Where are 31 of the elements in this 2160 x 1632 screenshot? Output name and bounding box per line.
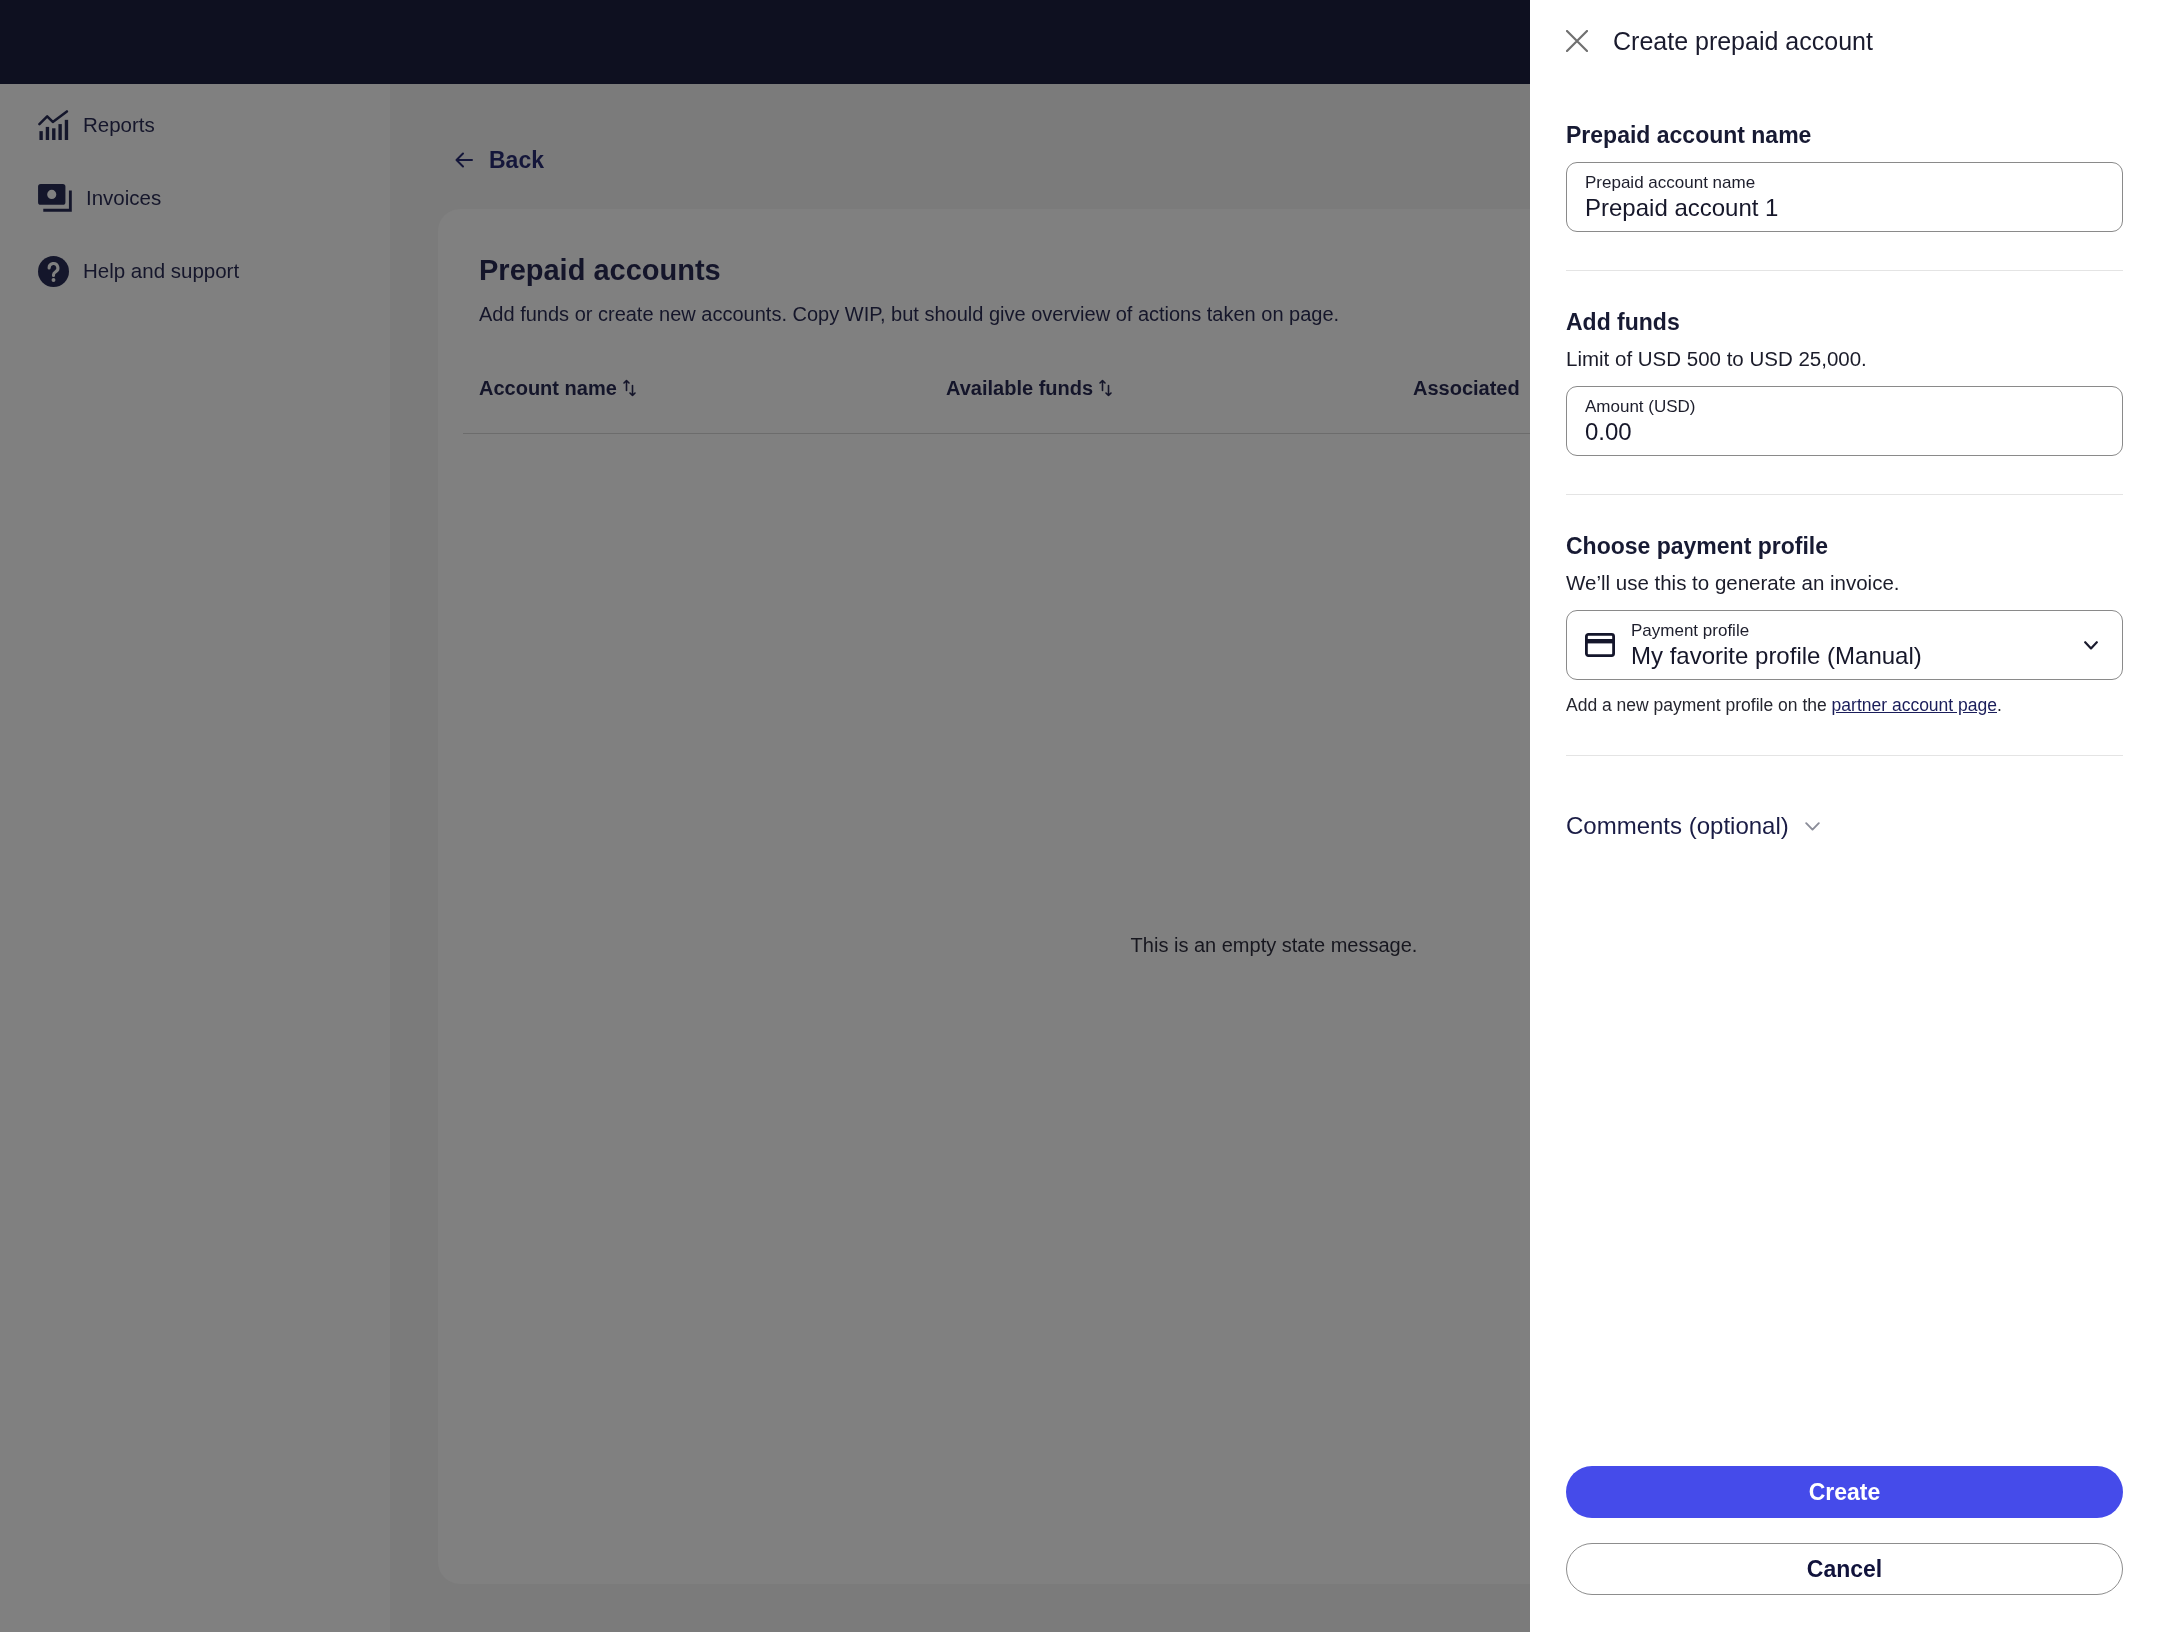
section-heading: Add funds (1566, 308, 1680, 336)
section-heading: Prepaid account name (1566, 121, 1812, 149)
select-field[interactable]: Payment profile My favorite profile (Manual) (1566, 610, 2123, 680)
text-field[interactable]: Amount (USD) 0.00 (1566, 386, 2123, 456)
sidebar-item[interactable]: Reports (38, 103, 155, 147)
create-button[interactable]: Create (1566, 1466, 2123, 1518)
card-description: Add funds or create new accounts. Copy WIP, but should give overview of actions taken on page. (479, 302, 1340, 327)
column-header: Associated (1412, 376, 1521, 401)
sidebar-item[interactable]: Help and support (38, 249, 240, 293)
column-header[interactable]: Account name (463, 374, 930, 402)
close-icon[interactable] (1566, 30, 1588, 52)
help-text: Add a new payment profile on the partner account page. (1566, 694, 2002, 717)
sidebar-item[interactable]: Invoices (38, 176, 162, 220)
card-title: Prepaid accounts (479, 253, 721, 288)
banknotes-icon (38, 184, 72, 212)
column-header[interactable]: Available funds (930, 374, 1397, 402)
arrow-left-icon (455, 152, 473, 168)
comments-toggle[interactable]: Comments (optional) (1566, 809, 1820, 843)
empty-state-message: This is an empty state message. (1129, 933, 1419, 958)
section-heading: Choose payment profile (1566, 532, 1828, 560)
back-link[interactable]: Back (455, 144, 544, 176)
chart-icon (38, 110, 69, 140)
section-description: Limit of USD 500 to USD 25,000. (1566, 346, 1867, 372)
chevron-down-icon (2084, 640, 2098, 650)
cancel-button[interactable]: Cancel (1566, 1543, 2123, 1595)
text-field[interactable]: Prepaid account name Prepaid account 1 (1566, 162, 2123, 232)
drawer-title: Create prepaid account (1613, 26, 1873, 57)
partner-account-link[interactable]: partner account page (1831, 695, 1997, 715)
help-icon (38, 255, 69, 287)
section-description: We’ll use this to generate an invoice. (1566, 570, 1900, 596)
credit-card-icon (1585, 633, 1615, 657)
